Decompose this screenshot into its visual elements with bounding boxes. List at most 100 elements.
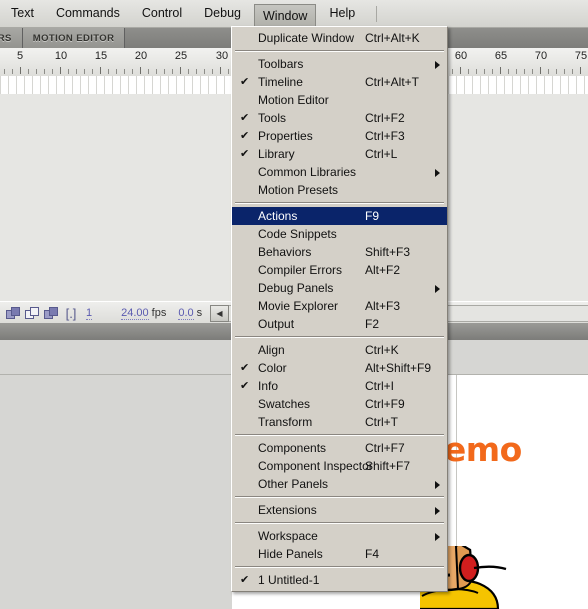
edit-multiple-frames-icon[interactable] xyxy=(44,306,59,320)
menu-item-actions[interactable]: Actions F9 xyxy=(232,207,447,225)
frame-divider xyxy=(216,76,217,94)
frame-rate-value[interactable]: 24.00 xyxy=(121,307,149,320)
menu-item-shortcut: Ctrl+L xyxy=(365,147,398,161)
menu-item-shortcut: Shift+F7 xyxy=(365,459,411,473)
ruler-label-10: 10 xyxy=(54,50,68,62)
ruler-tick xyxy=(68,69,69,74)
menu-item-swatches[interactable]: Swatches Ctrl+F9 xyxy=(232,395,447,413)
menu-item-properties[interactable]: ✔ Properties Ctrl+F3 xyxy=(232,127,447,145)
menu-item-output[interactable]: Output F2 xyxy=(232,315,447,333)
checkmark-icon: ✔ xyxy=(240,574,250,586)
menu-item-hide-panels[interactable]: Hide Panels F4 xyxy=(232,545,447,563)
frame-divider xyxy=(88,76,89,94)
menu-item-align[interactable]: Align Ctrl+K xyxy=(232,341,447,359)
elapsed-time-value[interactable]: 0.0 xyxy=(178,307,194,320)
menu-item-shortcut: Ctrl+Alt+T xyxy=(365,75,420,89)
ruler-tick xyxy=(132,69,133,74)
menu-item-label: Hide Panels xyxy=(258,547,323,561)
menu-item-label: Code Snippets xyxy=(258,227,337,241)
frame-divider xyxy=(560,76,561,94)
ruler-label-25: 25 xyxy=(174,50,188,62)
menu-item-other-panels[interactable]: Other Panels xyxy=(232,475,447,493)
menu-item-timeline[interactable]: ✔ Timeline Ctrl+Alt+T xyxy=(232,73,447,91)
current-frame-indicator[interactable]: 1 xyxy=(86,307,93,320)
menu-item-shortcut: Ctrl+F7 xyxy=(365,441,405,455)
ruler-label-30: 30 xyxy=(215,50,229,62)
menu-item-extensions[interactable]: Extensions xyxy=(232,501,447,519)
menu-item-1-untitled-1[interactable]: ✔ 1 Untitled-1 xyxy=(232,571,447,589)
menu-item-behaviors[interactable]: Behaviors Shift+F3 xyxy=(232,243,447,261)
menu-item-debug-panels[interactable]: Debug Panels xyxy=(232,279,447,297)
submenu-arrow-icon xyxy=(435,61,440,69)
menu-item-toolbars[interactable]: Toolbars xyxy=(232,55,447,73)
menu-item-label: Component Inspector xyxy=(258,459,373,473)
ruler-tick xyxy=(36,69,37,74)
checkmark-icon: ✔ xyxy=(240,112,250,124)
menu-item-motion-editor[interactable]: Motion Editor xyxy=(232,91,447,109)
frame-divider xyxy=(536,76,537,94)
menu-item-label: Duplicate Window xyxy=(258,31,355,45)
ruler-tick xyxy=(508,69,509,74)
menu-item-label: Extensions xyxy=(258,503,317,517)
frame-divider xyxy=(0,76,1,94)
ruler-tick xyxy=(84,69,85,74)
menubar-item-commands[interactable]: Commands xyxy=(47,3,129,24)
scroll-left-arrow-icon[interactable]: ◀ xyxy=(210,304,229,322)
menu-item-movie-explorer[interactable]: Movie Explorer Alt+F3 xyxy=(232,297,447,315)
menu-item-shortcut: Ctrl+K xyxy=(365,343,399,357)
menu-item-compiler-errors[interactable]: Compiler Errors Alt+F2 xyxy=(232,261,447,279)
menubar-item-help[interactable]: Help xyxy=(320,3,364,24)
modify-onion-markers-icon[interactable]: [.] xyxy=(63,307,79,320)
menu-item-component-inspector[interactable]: Component Inspector Shift+F7 xyxy=(232,457,447,475)
window-dropdown-menu[interactable]: Duplicate Window Ctrl+Alt+K Toolbars ✔ Timel… xyxy=(231,26,448,592)
frame-divider xyxy=(456,76,457,94)
frame-divider xyxy=(544,76,545,94)
menu-item-shortcut: Ctrl+F9 xyxy=(365,397,405,411)
menu-item-label: Color xyxy=(258,361,287,375)
ruler-tick xyxy=(468,69,469,74)
menu-item-duplicate-window[interactable]: Duplicate Window Ctrl+Alt+K xyxy=(232,29,447,47)
menu-item-components[interactable]: Components Ctrl+F7 xyxy=(232,439,447,457)
ruler-tick xyxy=(492,69,493,74)
menubar-item-control[interactable]: Control xyxy=(133,3,191,24)
menubar-item-window[interactable]: Window xyxy=(254,3,317,28)
menu-item-transform[interactable]: Transform Ctrl+T xyxy=(232,413,447,431)
panel-tab-ors[interactable]: ORS xyxy=(0,28,23,48)
menu-item-info[interactable]: ✔ Info Ctrl+I xyxy=(232,377,447,395)
menu-item-code-snippets[interactable]: Code Snippets xyxy=(232,225,447,243)
ruler-tick xyxy=(204,69,205,74)
ruler-tick xyxy=(116,69,117,74)
checkmark-icon: ✔ xyxy=(240,362,250,374)
ruler-tick xyxy=(532,69,533,74)
ruler-tick xyxy=(564,69,565,74)
menubar-item-text[interactable]: Text xyxy=(2,3,43,24)
frame-divider xyxy=(512,76,513,94)
menubar-item-debug[interactable]: Debug xyxy=(195,3,250,24)
frame-divider xyxy=(208,76,209,94)
ruler-tick xyxy=(556,69,557,74)
menu-item-workspace[interactable]: Workspace xyxy=(232,527,447,545)
ruler-tick xyxy=(4,69,5,74)
menu-item-shortcut: Ctrl+T xyxy=(365,415,398,429)
checkmark-icon: ✔ xyxy=(240,380,250,392)
menu-item-color[interactable]: ✔ Color Alt+Shift+F9 xyxy=(232,359,447,377)
menu-item-tools[interactable]: ✔ Tools Ctrl+F2 xyxy=(232,109,447,127)
frame-divider xyxy=(528,76,529,94)
ruler-tick xyxy=(108,69,109,74)
onion-skin-outlines-icon[interactable] xyxy=(25,306,40,320)
stage-left-pasteboard xyxy=(0,375,232,609)
frame-divider xyxy=(576,76,577,94)
menu-item-shortcut: Alt+F2 xyxy=(365,263,401,277)
panel-tab-motion-editor[interactable]: MOTION EDITOR xyxy=(22,28,126,48)
menu-item-common-libraries[interactable]: Common Libraries xyxy=(232,163,447,181)
frame-divider xyxy=(568,76,569,94)
ruler-tick xyxy=(452,69,453,74)
frame-divider xyxy=(488,76,489,94)
menu-separator xyxy=(235,336,444,338)
ruler-label-5: 5 xyxy=(16,50,24,62)
frame-divider xyxy=(104,76,105,94)
menu-item-shortcut: Ctrl+I xyxy=(365,379,395,393)
onion-skin-icon[interactable] xyxy=(6,306,21,320)
menu-item-library[interactable]: ✔ Library Ctrl+L xyxy=(232,145,447,163)
menu-item-motion-presets[interactable]: Motion Presets xyxy=(232,181,447,199)
